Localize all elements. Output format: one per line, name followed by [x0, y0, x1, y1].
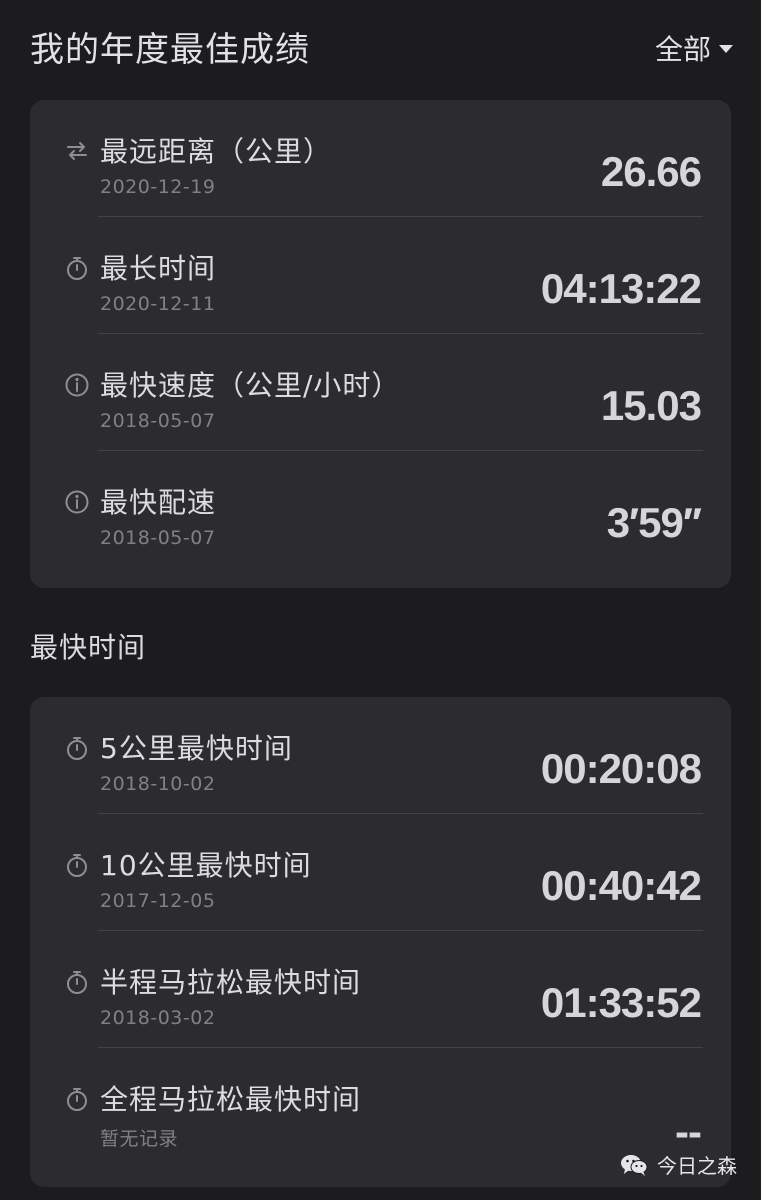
watermark: 今日之森	[619, 1150, 737, 1179]
section-title-fastest-time: 最快时间	[30, 631, 147, 664]
route-arrows-icon	[64, 138, 90, 164]
filter-label: 全部	[654, 33, 711, 66]
record-label: 半程马拉松最快时间	[100, 966, 362, 999]
stopwatch-icon	[64, 1086, 90, 1112]
info-circle-icon	[64, 489, 90, 515]
record-date: 2020-12-11	[100, 293, 216, 315]
record-date: 2018-05-07	[100, 410, 216, 432]
record-date: 2018-10-02	[100, 773, 216, 795]
wechat-icon	[621, 1154, 648, 1176]
record-label: 5公里最快时间	[100, 732, 293, 765]
record-label: 最快速度（公里/小时）	[100, 369, 401, 402]
record-date: 2018-03-02	[100, 1007, 216, 1029]
record-label: 最远距离（公里）	[100, 135, 333, 168]
record-label: 全程马拉松最快时间	[100, 1083, 362, 1116]
filter-dropdown[interactable]: 全部	[655, 28, 733, 68]
header-bar: 我的年度最佳成绩 全部	[0, 0, 761, 96]
record-date: 2017-12-05	[100, 890, 216, 912]
record-date: 2020-12-19	[100, 176, 216, 198]
record-row-longest-time[interactable]: 最长时间 2020-12-11 04:13:22	[30, 217, 731, 334]
record-value: --	[675, 1108, 702, 1155]
record-label: 最长时间	[100, 252, 217, 285]
chevron-down-icon	[719, 45, 733, 53]
record-date: 暂无记录	[100, 1128, 179, 1150]
record-value: 01:33:52	[540, 979, 702, 1026]
record-row-full-marathon[interactable]: 全程马拉松最快时间 暂无记录 --	[30, 1048, 731, 1165]
watermark-text: 今日之森	[657, 1154, 737, 1178]
record-value: 26.66	[600, 148, 702, 195]
record-row-longest-distance[interactable]: 最远距离（公里） 2020-12-19 26.66	[30, 100, 731, 217]
record-row-5k[interactable]: 5公里最快时间 2018-10-02 00:20:08	[30, 697, 731, 814]
record-row-fastest-pace[interactable]: 最快配速 2018-05-07 3′59′′	[30, 451, 731, 568]
fastest-times-card: 5公里最快时间 2018-10-02 00:20:08 10公里最快时间 201…	[30, 697, 731, 1187]
stopwatch-icon	[64, 852, 90, 878]
record-value: 15.03	[600, 382, 702, 429]
record-label: 10公里最快时间	[100, 849, 312, 882]
record-row-half-marathon[interactable]: 半程马拉松最快时间 2018-03-02 01:33:52	[30, 931, 731, 1048]
record-value: 00:20:08	[540, 745, 702, 792]
record-value: 00:40:42	[540, 862, 702, 909]
record-row-10k[interactable]: 10公里最快时间 2017-12-05 00:40:42	[30, 814, 731, 931]
stopwatch-icon	[64, 255, 90, 281]
stopwatch-icon	[64, 735, 90, 761]
info-circle-icon	[64, 372, 90, 398]
page-title: 我的年度最佳成绩	[30, 30, 310, 70]
record-value: 3′59′′	[606, 499, 702, 546]
record-label: 最快配速	[100, 486, 217, 519]
record-row-fastest-speed[interactable]: 最快速度（公里/小时） 2018-05-07 15.03	[30, 334, 731, 451]
record-value: 04:13:22	[540, 265, 702, 312]
best-records-card: 最远距离（公里） 2020-12-19 26.66 最长时间 2020-12-1…	[30, 100, 731, 588]
stopwatch-icon	[64, 969, 90, 995]
record-date: 2018-05-07	[100, 527, 216, 549]
